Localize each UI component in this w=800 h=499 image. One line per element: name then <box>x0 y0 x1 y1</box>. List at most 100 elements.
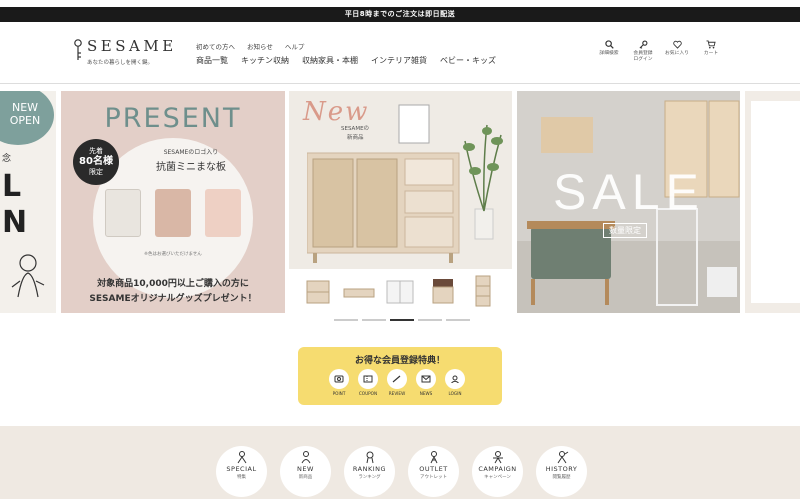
slide-new-open[interactable]: NEW OPEN 念 L N <box>0 91 56 313</box>
search-label: 詳細検索 <box>599 51 619 56</box>
category-new-label: NEW <box>297 465 314 473</box>
review-icon <box>387 369 407 389</box>
new-script-text: New <box>303 97 370 127</box>
ranking-icon <box>366 451 373 464</box>
search-link[interactable]: 詳細検索 <box>596 40 622 63</box>
sub-navigation: 初めての方へ お知らせ ヘルプ <box>196 41 304 51</box>
category-ranking[interactable]: RANKING ランキング <box>344 446 395 497</box>
member-benefits-list: POINT COUPON REVIEW NEWS LOGIN <box>328 369 466 396</box>
category-outlet[interactable]: OUTLET アウトレット <box>408 446 459 497</box>
outlet-icon <box>430 451 437 464</box>
category-new[interactable]: NEW 新商品 <box>280 446 331 497</box>
category-campaign[interactable]: CAMPAIGN キャンペーン <box>472 446 523 497</box>
thumb-chest[interactable] <box>301 275 335 307</box>
benefit-login[interactable]: LOGIN <box>444 369 466 396</box>
member-benefits-title: お得な会員登録特典！ <box>354 356 445 366</box>
new-products-photo: New SESAMEの 新商品 <box>289 91 512 269</box>
thumb-low-board[interactable] <box>342 275 376 307</box>
favorites-link[interactable]: お気に入り <box>664 40 690 63</box>
cutting-board-3 <box>205 189 241 237</box>
news-icon <box>416 369 436 389</box>
slide-new-products[interactable]: New SESAMEの 新商品 <box>289 91 512 313</box>
slider-dot[interactable] <box>418 319 442 321</box>
benefit-coupon[interactable]: COUPON <box>357 369 379 396</box>
category-special-sublabel: 特集 <box>237 475 246 480</box>
cutting-board-2 <box>155 189 191 237</box>
category-outlet-sublabel: アウトレット <box>420 475 447 480</box>
category-ranking-label: RANKING <box>352 465 387 473</box>
cutting-board-1 <box>105 189 141 237</box>
present-offer: SESAMEオリジナルグッズプレゼント！ <box>89 294 257 304</box>
category-campaign-sublabel: キャンペーン <box>484 475 511 480</box>
present-sub: SESAMEのロゴ入り <box>163 149 219 156</box>
nav-products[interactable]: 商品一覧 <box>196 55 228 66</box>
subnav-help[interactable]: ヘルプ <box>285 41 305 51</box>
announcement-bar: 平日8時までのご注文は即日配送 <box>0 7 800 22</box>
sale-subtitle: 数量限定 <box>603 223 647 238</box>
cabinet-illustration <box>307 152 460 263</box>
account-link[interactable]: 会員登録 ログイン <box>630 40 656 63</box>
new-open-big-text: L N <box>2 169 28 240</box>
category-history-sublabel: 閲覧履歴 <box>552 475 571 480</box>
cart-icon <box>706 40 716 49</box>
key-logo-icon <box>74 39 82 60</box>
key-icon <box>639 40 647 49</box>
hero-slider: NEW OPEN 念 L N PRESENT 先着 80名様 限定 SESAME… <box>0 91 800 313</box>
nav-storage[interactable]: 収納家具・本棚 <box>302 55 358 66</box>
category-outlet-label: OUTLET <box>419 465 448 473</box>
benefit-coupon-label: COUPON <box>358 391 378 396</box>
category-special[interactable]: SPECIAL 特集 <box>216 446 267 497</box>
present-note: ※色はお選びいただけません <box>144 252 202 257</box>
category-history-label: HISTORY <box>545 465 578 473</box>
benefit-review-label: REVIEW <box>388 391 406 396</box>
plant-illustration <box>463 124 503 240</box>
brand-tagline: あなたの暮らしを開く鍵。 <box>87 60 154 66</box>
coupon-icon <box>358 369 378 389</box>
frame-illustration <box>398 104 430 144</box>
site-header: SESAME あなたの暮らしを開く鍵。 初めての方へ お知らせ ヘルプ 商品一覧… <box>0 22 800 84</box>
cart-label: カート <box>703 51 719 56</box>
cart-link[interactable]: カート <box>698 40 724 63</box>
thumb-tall-shelf[interactable] <box>466 275 500 307</box>
new-sub-line1: SESAMEの <box>341 126 370 132</box>
category-special-label: SPECIAL <box>226 465 257 473</box>
login-icon <box>445 369 465 389</box>
history-icon <box>557 451 568 464</box>
slider-dot[interactable] <box>334 319 358 321</box>
heart-icon <box>672 40 682 49</box>
category-ranking-sublabel: ランキング <box>358 475 381 480</box>
slide-next-partial[interactable] <box>745 91 800 313</box>
subnav-news[interactable]: お知らせ <box>247 41 273 51</box>
brand-name: SESAME <box>87 37 177 55</box>
new-open-badge: NEW OPEN <box>0 91 54 145</box>
category-section: SPECIAL 特集 NEW 新商品 RANKING ランキング OUTLET … <box>0 426 800 499</box>
benefit-review[interactable]: REVIEW <box>386 369 408 396</box>
category-campaign-label: CAMPAIGN <box>478 465 517 473</box>
site-logo[interactable]: SESAME あなたの暮らしを開く鍵。 <box>73 37 173 72</box>
present-product-name: 抗菌ミニまな板 <box>156 162 226 173</box>
slider-dot[interactable] <box>446 319 470 321</box>
thumb-white-cabinet[interactable] <box>383 275 417 307</box>
slider-dot-active[interactable] <box>390 319 414 321</box>
thumb-dresser[interactable] <box>425 275 459 307</box>
search-icon <box>604 40 614 49</box>
category-history[interactable]: HISTORY 閲覧履歴 <box>536 446 587 497</box>
benefit-news[interactable]: NEWS <box>415 369 437 396</box>
campaign-icon <box>492 451 503 464</box>
subnav-first-time[interactable]: 初めての方へ <box>196 41 235 51</box>
slide-present[interactable]: PRESENT 先着 80名様 限定 SESAMEのロゴ入り 抗菌ミニまな板 ※… <box>61 91 285 313</box>
slide-sale[interactable]: SALE 数量限定 <box>517 91 740 313</box>
member-benefits-banner[interactable]: お得な会員登録特典！ POINT COUPON REVIEW NEWS LOGI… <box>298 347 502 405</box>
next-slide-inner <box>751 101 800 303</box>
header-utilities: 詳細検索 会員登録 ログイン お気に入り カート <box>596 40 724 63</box>
new-icon <box>301 451 310 464</box>
nav-interior[interactable]: インテリア雑貨 <box>371 55 427 66</box>
announcement-text: 平日8時までのご注文は即日配送 <box>344 10 456 18</box>
benefit-point-label: POINT <box>332 391 346 396</box>
favorites-label: お気に入り <box>665 51 689 56</box>
category-list: SPECIAL 特集 NEW 新商品 RANKING ランキング OUTLET … <box>216 446 587 497</box>
benefit-point[interactable]: POINT <box>328 369 350 396</box>
nav-kitchen[interactable]: キッチン収納 <box>241 55 289 66</box>
nav-baby-kids[interactable]: ベビー・キッズ <box>440 55 496 66</box>
slider-dot[interactable] <box>362 319 386 321</box>
